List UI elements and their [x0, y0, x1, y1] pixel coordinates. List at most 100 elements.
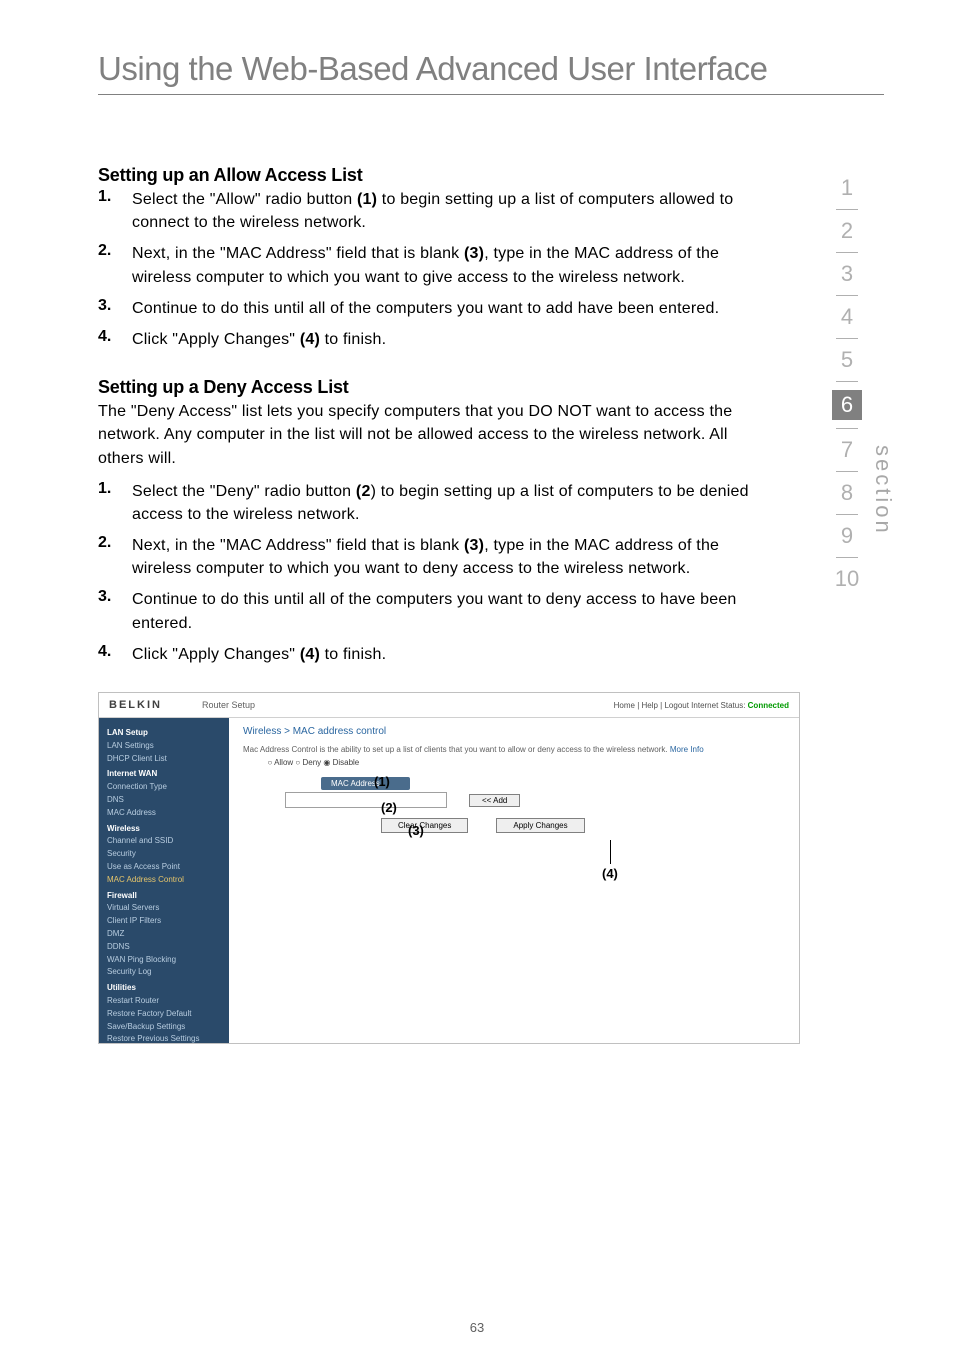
sidebar-item[interactable]: DHCP Client List [107, 753, 229, 766]
section-nav-9[interactable]: 9 [832, 523, 862, 549]
ui-apply-button[interactable]: Apply Changes [496, 818, 584, 833]
ui-status-prefix: Home | Help | Logout Internet Status: [614, 701, 748, 710]
ui-note: Mac Address Control is the ability to se… [243, 745, 785, 754]
step-number: 2. [98, 242, 132, 260]
step-item: 3.Continue to do this until all of the c… [98, 297, 758, 320]
sidebar-item[interactable]: Firewall [107, 890, 229, 903]
ui-note-text: Mac Address Control is the ability to se… [243, 745, 670, 754]
sidebar-item[interactable]: MAC Address [107, 807, 229, 820]
step-item: 1.Select the "Allow" radio button (1) to… [98, 188, 758, 234]
ui-add-button[interactable]: << Add [469, 794, 520, 807]
allow-heading: Setting up an Allow Access List [98, 165, 758, 186]
sidebar-item[interactable]: LAN Settings [107, 740, 229, 753]
section-nav-sep [836, 428, 858, 429]
sidebar-item[interactable]: DMZ [107, 928, 229, 941]
ui-sidebar: LAN SetupLAN SettingsDHCP Client List Int… [99, 718, 229, 1043]
annotation-2: (2) [381, 800, 397, 815]
sidebar-item[interactable]: Security Log [107, 966, 229, 979]
ui-radio-row[interactable]: ○ Allow ○ Deny ◉ Disable [243, 758, 785, 767]
sidebar-item[interactable]: DNS [107, 794, 229, 807]
ui-main: Wireless > MAC address control Mac Addre… [229, 718, 799, 1043]
sidebar-item[interactable]: WAN Ping Blocking [107, 954, 229, 967]
step-text: Select the "Allow" radio button (1) to b… [132, 188, 758, 234]
section-nav-sep [836, 381, 858, 382]
deny-steps: 1.Select the "Deny" radio button (2) to … [98, 480, 758, 666]
sidebar-item[interactable]: Restart Router [107, 995, 229, 1008]
step-number: 4. [98, 328, 132, 346]
section-nav-sep [836, 557, 858, 558]
ui-status-value: Connected [748, 701, 789, 710]
section-nav-3[interactable]: 3 [832, 261, 862, 287]
step-text: Continue to do this until all of the com… [132, 588, 758, 634]
sidebar-item[interactable]: Restore Previous Settings [107, 1033, 229, 1043]
sidebar-item[interactable]: Client IP Filters [107, 915, 229, 928]
sidebar-item[interactable]: DDNS [107, 941, 229, 954]
sidebar-item[interactable]: Restore Factory Default [107, 1008, 229, 1021]
section-nav-1[interactable]: 1 [832, 175, 862, 201]
annotation-3: (3) [408, 823, 424, 838]
section-nav-6[interactable]: 6 [832, 390, 862, 420]
section-nav: 1 2 3 4 5 6 7 8 9 10 section [832, 175, 896, 600]
step-item: 3.Continue to do this until all of the c… [98, 588, 758, 634]
section-label: section [870, 445, 896, 536]
annotation-4-line [610, 840, 611, 864]
annotation-1: (1) [374, 774, 390, 789]
sidebar-item[interactable]: Internet WAN [107, 768, 229, 781]
section-nav-sep [836, 514, 858, 515]
sidebar-item[interactable]: Security [107, 848, 229, 861]
ui-mac-label: MAC Address [321, 777, 410, 790]
sidebar-item[interactable]: Wireless [107, 823, 229, 836]
section-nav-7[interactable]: 7 [832, 437, 862, 463]
section-nav-8[interactable]: 8 [832, 480, 862, 506]
section-nav-2[interactable]: 2 [832, 218, 862, 244]
router-ui-screenshot: BELKIN Router Setup Home | Help | Logout… [98, 692, 800, 1044]
step-number: 2. [98, 534, 132, 552]
annotation-4: (4) [602, 866, 618, 881]
section-nav-sep [836, 209, 858, 210]
ui-logo: BELKIN [109, 699, 162, 711]
page-title: Using the Web-Based Advanced User Interf… [98, 50, 884, 88]
page-number: 63 [0, 1320, 954, 1335]
step-text: Continue to do this until all of the com… [132, 297, 719, 320]
body-column: Setting up an Allow Access List 1.Select… [98, 165, 758, 1044]
allow-steps: 1.Select the "Allow" radio button (1) to… [98, 188, 758, 351]
section-nav-sep [836, 295, 858, 296]
step-text: Next, in the "MAC Address" field that is… [132, 242, 758, 288]
ui-mac-input[interactable] [285, 792, 447, 808]
step-item: 4.Click "Apply Changes" (4) to finish. [98, 328, 758, 351]
section-nav-10[interactable]: 10 [832, 566, 862, 592]
section-nav-sep [836, 252, 858, 253]
step-text: Select the "Deny" radio button (2) to be… [132, 480, 758, 526]
step-text: Click "Apply Changes" (4) to finish. [132, 328, 386, 351]
sidebar-item[interactable]: Virtual Servers [107, 902, 229, 915]
sidebar-item[interactable]: Utilities [107, 982, 229, 995]
section-nav-sep [836, 471, 858, 472]
step-number: 3. [98, 588, 132, 606]
ui-more-info-link[interactable]: More Info [670, 745, 704, 754]
step-item: 4.Click "Apply Changes" (4) to finish. [98, 643, 758, 666]
step-item: 1.Select the "Deny" radio button (2) to … [98, 480, 758, 526]
step-text: Next, in the "MAC Address" field that is… [132, 534, 758, 580]
step-number: 1. [98, 480, 132, 498]
section-nav-5[interactable]: 5 [832, 347, 862, 373]
sidebar-item[interactable]: Connection Type [107, 781, 229, 794]
step-item: 2.Next, in the "MAC Address" field that … [98, 534, 758, 580]
title-rule [98, 94, 884, 95]
sidebar-item[interactable]: Save/Backup Settings [107, 1021, 229, 1034]
ui-header: BELKIN Router Setup Home | Help | Logout… [99, 693, 799, 718]
step-text: Click "Apply Changes" (4) to finish. [132, 643, 386, 666]
section-nav-4[interactable]: 4 [832, 304, 862, 330]
sidebar-item[interactable]: MAC Address Control [107, 874, 229, 887]
sidebar-item[interactable]: Use as Access Point [107, 861, 229, 874]
deny-heading: Setting up a Deny Access List [98, 377, 758, 398]
section-nav-sep [836, 338, 858, 339]
step-number: 3. [98, 297, 132, 315]
step-number: 1. [98, 188, 132, 206]
ui-clear-button[interactable]: Clear Changes [381, 818, 468, 833]
step-item: 2.Next, in the "MAC Address" field that … [98, 242, 758, 288]
sidebar-item[interactable]: LAN Setup [107, 727, 229, 740]
ui-breadcrumb: Wireless > MAC address control [243, 726, 785, 737]
sidebar-item[interactable]: Channel and SSID [107, 835, 229, 848]
step-number: 4. [98, 643, 132, 661]
ui-status: Home | Help | Logout Internet Status: Co… [614, 701, 789, 710]
